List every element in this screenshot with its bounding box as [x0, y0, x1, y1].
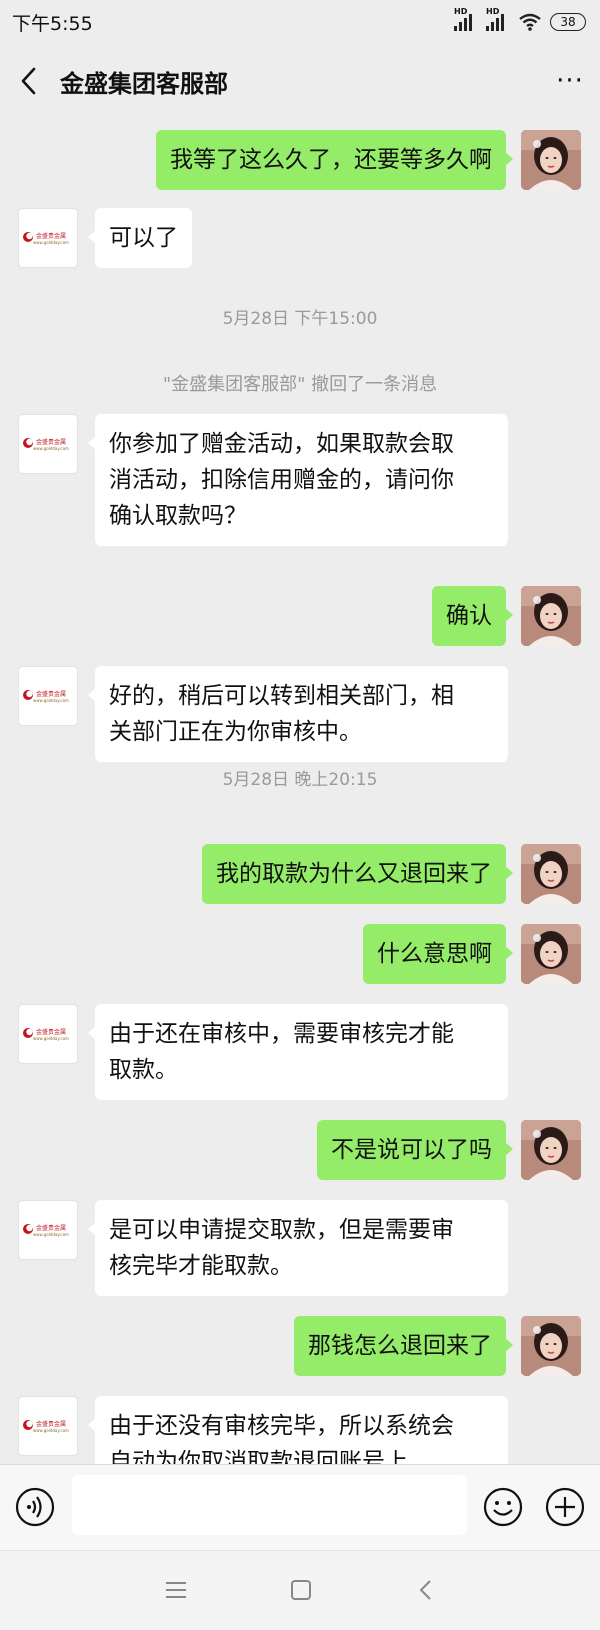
user-avatar[interactable]: [521, 130, 581, 190]
svg-text:金盛贵金属: 金盛贵金属: [36, 1028, 66, 1036]
time-divider: 5月28日 晚上20:15: [222, 770, 378, 790]
svg-text:www.goldday.com: www.goldday.com: [33, 240, 69, 245]
voice-button[interactable]: [15, 1487, 55, 1531]
home-square-icon: [291, 1580, 311, 1600]
back-button[interactable]: [0, 44, 56, 118]
message-bubble[interactable]: 什么意思啊: [363, 924, 513, 984]
message-bubble[interactable]: 由于还没有审核完毕，所以系统会 自动为你取消取款退回账号上: [88, 1396, 508, 1464]
user-portrait-icon: [521, 586, 581, 646]
message-text: 可以了: [109, 225, 178, 251]
service-avatar[interactable]: 金盛贵金属 www.goldday.com: [18, 1200, 78, 1260]
message-line: 由于还没有审核完毕，所以系统会: [109, 1413, 454, 1439]
service-avatar[interactable]: 金盛贵金属 www.goldday.com: [18, 1004, 78, 1064]
goldday-logo-icon: 金盛贵金属 www.goldday.com: [23, 690, 69, 703]
service-avatar[interactable]: 金盛贵金属 www.goldday.com: [18, 666, 78, 726]
menu-icon: [166, 1582, 186, 1598]
plus-button[interactable]: [545, 1487, 585, 1531]
message-bubble[interactable]: 我的取款为什么又退回来了: [202, 844, 513, 904]
user-portrait-icon: [521, 1120, 581, 1180]
message-bubble[interactable]: 可以了: [88, 208, 192, 268]
input-bar: [0, 1464, 600, 1550]
status-bar: 下午5:55 HD HD 38: [0, 0, 600, 44]
message-text: 什么意思啊: [377, 941, 492, 967]
message-line: 取款。: [109, 1057, 178, 1083]
message-line: 确认取款吗？: [109, 503, 247, 529]
home-button[interactable]: [288, 1577, 314, 1607]
recent-apps-button[interactable]: [163, 1577, 189, 1607]
battery-icon: 38: [550, 13, 586, 31]
message-line: 由于还在审核中，需要审核完才能: [109, 1021, 454, 1047]
plus-circle-icon: [545, 1487, 585, 1527]
more-horizontal-icon: ···: [556, 66, 584, 96]
message-line: 自动为你取消取款退回账号上: [109, 1449, 408, 1464]
message-bubble[interactable]: 我等了这么久了，还要等多久啊: [156, 130, 513, 190]
message-line: 好的，稍后可以转到相关部门，相: [109, 683, 454, 709]
message-list[interactable]: 我等了这么久了，还要等多久啊 金盛贵金属 www.goldday.com 可以了…: [0, 118, 600, 1464]
goldday-logo-icon: 金盛贵金属 www.goldday.com: [23, 232, 69, 245]
chat-title: 金盛集团客服部: [60, 69, 228, 98]
message-text: 我的取款为什么又退回来了: [216, 861, 492, 887]
message-input[interactable]: [72, 1475, 467, 1535]
svg-text:金盛贵金属: 金盛贵金属: [36, 232, 66, 240]
svg-text:www.goldday.com: www.goldday.com: [33, 1036, 69, 1041]
goldday-logo-icon: 金盛贵金属 www.goldday.com: [23, 438, 69, 451]
time-divider: 5月28日 下午15:00: [222, 309, 378, 329]
message-bubble[interactable]: 那钱怎么退回来了: [294, 1316, 513, 1376]
message-line: 你参加了赠金活动，如果取款会取: [109, 431, 454, 457]
back-chevron-icon: [419, 1580, 431, 1600]
svg-text:www.goldday.com: www.goldday.com: [33, 698, 69, 703]
wifi-icon: [519, 13, 541, 31]
system-back-button[interactable]: [413, 1577, 439, 1607]
goldday-logo-icon: 金盛贵金属 www.goldday.com: [23, 1028, 69, 1041]
status-icons: HD HD 38: [454, 7, 586, 31]
message-bubble[interactable]: 好的，稍后可以转到相关部门，相 关部门正在为你审核中。: [88, 666, 508, 762]
message-line: 关部门正在为你审核中。: [109, 719, 362, 745]
cellular-signal-icon-2: HD: [486, 7, 510, 31]
user-avatar[interactable]: [521, 1120, 581, 1180]
message-line: 是可以申请提交取款，但是需要审: [109, 1217, 454, 1243]
voice-icon: [15, 1487, 55, 1527]
message-line: 消活动，扣除信用赠金的，请问你: [109, 467, 454, 493]
user-portrait-icon: [521, 1316, 581, 1376]
emoji-icon: [483, 1487, 523, 1527]
svg-text:www.goldday.com: www.goldday.com: [33, 446, 69, 451]
svg-text:金盛贵金属: 金盛贵金属: [36, 1420, 66, 1428]
goldday-logo-icon: 金盛贵金属 www.goldday.com: [23, 1420, 69, 1433]
message-text: 确认: [446, 603, 492, 629]
more-button[interactable]: ···: [540, 44, 600, 118]
service-avatar[interactable]: 金盛贵金属 www.goldday.com: [18, 208, 78, 268]
message-text: 不是说可以了吗: [331, 1137, 492, 1163]
svg-text:www.goldday.com: www.goldday.com: [33, 1428, 69, 1433]
cellular-signal-icon: HD: [454, 7, 478, 31]
user-avatar[interactable]: [521, 844, 581, 904]
user-portrait-icon: [521, 130, 581, 190]
user-portrait-icon: [521, 844, 581, 904]
message-bubble[interactable]: 不是说可以了吗: [317, 1120, 513, 1180]
service-avatar[interactable]: 金盛贵金属 www.goldday.com: [18, 1396, 78, 1456]
chat-header: 金盛集团客服部 ···: [0, 44, 600, 118]
goldday-logo-icon: 金盛贵金属 www.goldday.com: [23, 1224, 69, 1237]
system-nav-bar: [0, 1550, 600, 1630]
svg-text:www.goldday.com: www.goldday.com: [33, 1232, 69, 1237]
user-avatar[interactable]: [521, 1316, 581, 1376]
user-avatar[interactable]: [521, 924, 581, 984]
service-avatar[interactable]: 金盛贵金属 www.goldday.com: [18, 414, 78, 474]
battery-level: 38: [560, 15, 576, 29]
status-time: 下午5:55: [12, 12, 93, 35]
user-portrait-icon: [521, 924, 581, 984]
message-text: 那钱怎么退回来了: [308, 1333, 492, 1359]
chevron-left-icon: [21, 67, 36, 95]
svg-text:金盛贵金属: 金盛贵金属: [36, 438, 66, 446]
message-bubble[interactable]: 由于还在审核中，需要审核完才能 取款。: [88, 1004, 508, 1100]
message-bubble[interactable]: 你参加了赠金活动，如果取款会取 消活动，扣除信用赠金的，请问你 确认取款吗？: [88, 414, 508, 546]
message-line: 核完毕才能取款。: [109, 1253, 293, 1279]
emoji-button[interactable]: [483, 1487, 523, 1531]
message-text: 我等了这么久了，还要等多久啊: [170, 147, 492, 173]
recall-notice: "金盛集团客服部" 撤回了一条消息: [162, 374, 438, 395]
message-bubble[interactable]: 确认: [432, 586, 513, 646]
svg-text:金盛贵金属: 金盛贵金属: [36, 1224, 66, 1232]
svg-text:金盛贵金属: 金盛贵金属: [36, 690, 66, 698]
user-avatar[interactable]: [521, 586, 581, 646]
message-bubble[interactable]: 是可以申请提交取款，但是需要审 核完毕才能取款。: [88, 1200, 508, 1296]
